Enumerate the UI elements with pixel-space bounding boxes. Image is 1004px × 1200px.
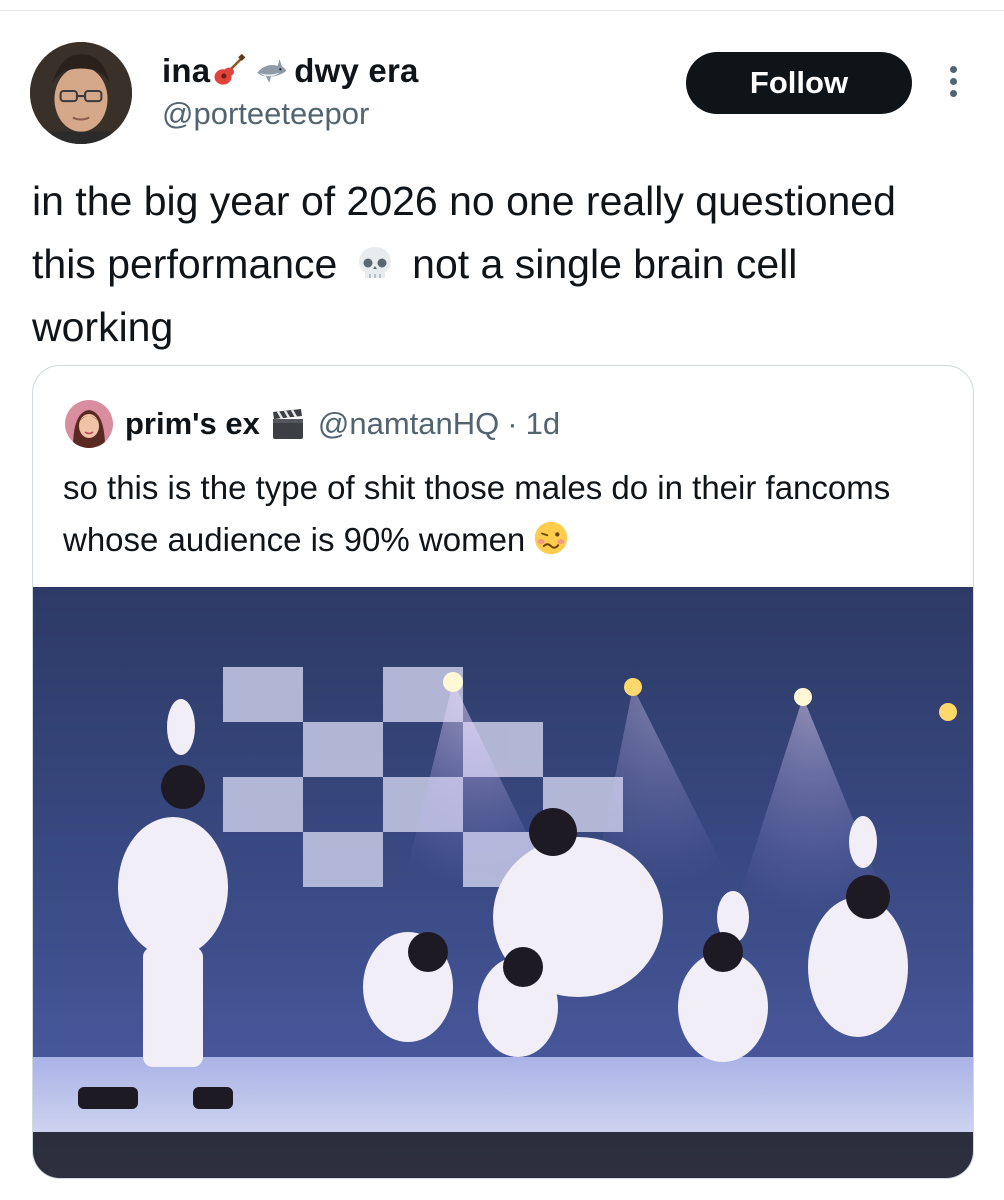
guitar-icon bbox=[212, 54, 246, 88]
author-name-left[interactable]: ina bbox=[162, 52, 210, 90]
author-avatar[interactable] bbox=[30, 42, 132, 144]
skull-icon bbox=[355, 244, 395, 284]
quoted-text: so this is the type of shit those males … bbox=[63, 462, 943, 566]
quoted-separator: · bbox=[507, 406, 518, 441]
tweet-text: in the big year of 2026 no one really qu… bbox=[32, 170, 932, 359]
follow-button[interactable]: Follow bbox=[686, 52, 912, 114]
quoted-author-avatar[interactable] bbox=[65, 400, 113, 448]
quoted-header: prim's ex @namtanHQ · 1d bbox=[125, 402, 560, 446]
quoted-media-image[interactable] bbox=[33, 587, 973, 1178]
quoted-timestamp[interactable]: 1d bbox=[526, 406, 560, 442]
clapperboard-icon bbox=[270, 406, 306, 442]
woozy-face-icon bbox=[533, 520, 569, 556]
shark-icon bbox=[254, 54, 288, 88]
author-name-right[interactable]: dwy era bbox=[294, 52, 418, 90]
author-avatar-image bbox=[30, 42, 132, 144]
quoted-author-name[interactable]: prim's ex bbox=[125, 406, 260, 442]
quoted-author-handle[interactable]: @namtanHQ bbox=[318, 406, 499, 442]
quoted-tweet-card[interactable]: prim's ex @namtanHQ · 1d so this is the … bbox=[32, 365, 974, 1179]
author-name-row[interactable]: ina dwy era bbox=[162, 50, 419, 92]
author-handle[interactable]: @porteeteepor bbox=[162, 96, 369, 132]
quoted-text-body: so this is the type of shit those males … bbox=[63, 469, 891, 558]
more-options-icon[interactable] bbox=[944, 66, 962, 100]
top-divider bbox=[0, 10, 1004, 11]
